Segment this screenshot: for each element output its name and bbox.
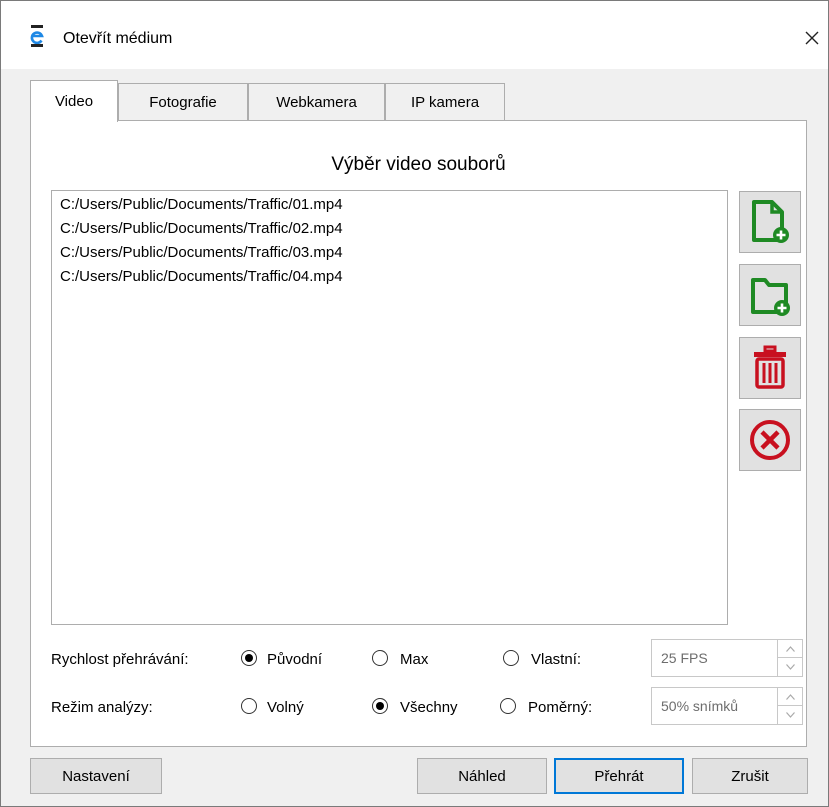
playback-speed-label: Rychlost přehrávání: — [51, 651, 189, 668]
speed-custom-radio[interactable] — [503, 650, 519, 666]
mode-free-radio[interactable] — [241, 698, 257, 714]
fps-spinbox[interactable]: 25 FPS — [651, 639, 803, 677]
clear-all-button[interactable] — [739, 409, 801, 471]
ratio-decrement-button[interactable] — [778, 706, 802, 724]
ratio-increment-button[interactable] — [778, 688, 802, 706]
mode-all-label[interactable]: Všechny — [400, 699, 458, 716]
fps-value: 25 FPS — [661, 650, 708, 666]
add-folder-button[interactable] — [739, 264, 801, 326]
mode-all-radio[interactable] — [372, 698, 388, 714]
mode-ratio-radio[interactable] — [500, 698, 516, 714]
add-folder-icon — [751, 278, 790, 316]
file-list-item[interactable]: C:/Users/Public/Documents/Traffic/04.mp4 — [60, 268, 343, 285]
open-media-dialog: Otevřít médium Video Fotografie Webkamer… — [0, 0, 829, 807]
file-list-item[interactable]: C:/Users/Public/Documents/Traffic/01.mp4 — [60, 196, 343, 213]
clear-icon — [750, 420, 790, 460]
speed-max-radio[interactable] — [372, 650, 388, 666]
tab-webcam-label: Webkamera — [276, 94, 357, 111]
video-file-list[interactable]: C:/Users/Public/Documents/Traffic/01.mp4… — [51, 190, 728, 625]
ratio-value: 50% snímků — [661, 698, 739, 714]
speed-original-radio[interactable] — [241, 650, 257, 666]
fps-stepper — [777, 640, 802, 676]
add-file-button[interactable] — [739, 191, 801, 253]
ratio-stepper — [777, 688, 802, 724]
speed-original-label[interactable]: Původní — [267, 651, 322, 668]
play-button[interactable]: Přehrát — [554, 758, 684, 794]
speed-custom-label[interactable]: Vlastní: — [531, 651, 581, 668]
close-icon[interactable] — [797, 23, 827, 53]
add-file-icon — [752, 200, 789, 243]
delete-button[interactable] — [739, 337, 801, 399]
cancel-button[interactable]: Zrušit — [692, 758, 808, 794]
video-tab-panel: Výběr video souborů C:/Users/Public/Docu… — [30, 120, 807, 747]
tab-video-label: Video — [54, 93, 94, 110]
tab-webcam[interactable]: Webkamera — [248, 83, 385, 121]
speed-max-label[interactable]: Max — [400, 651, 428, 668]
settings-button[interactable]: Nastavení — [30, 758, 162, 794]
tab-ip-camera[interactable]: IP kamera — [385, 83, 505, 121]
mode-ratio-label[interactable]: Poměrný: — [528, 699, 592, 716]
file-list-item[interactable]: C:/Users/Public/Documents/Traffic/03.mp4 — [60, 244, 343, 261]
fps-decrement-button[interactable] — [778, 658, 802, 676]
fps-increment-button[interactable] — [778, 640, 802, 658]
title-bar: Otevřít médium — [1, 1, 828, 69]
chevron-down-icon — [785, 664, 795, 670]
tab-video[interactable]: Video — [30, 80, 118, 122]
chevron-up-icon — [785, 645, 795, 652]
preview-button[interactable]: Náhled — [417, 758, 547, 794]
ratio-spinbox[interactable]: 50% snímků — [651, 687, 803, 725]
file-list-item[interactable]: C:/Users/Public/Documents/Traffic/02.mp4 — [60, 220, 343, 237]
window-title: Otevřít médium — [63, 30, 173, 47]
analysis-mode-label: Režim analýzy: — [51, 699, 153, 716]
trash-icon — [754, 345, 786, 389]
tab-photos-label: Fotografie — [149, 94, 217, 111]
tab-photos[interactable]: Fotografie — [118, 83, 248, 121]
chevron-up-icon — [785, 693, 795, 700]
mode-free-label[interactable]: Volný — [267, 699, 304, 716]
app-logo-icon — [30, 25, 44, 47]
tab-ip-camera-label: IP kamera — [410, 94, 480, 111]
panel-heading: Výběr video souborů — [331, 154, 506, 175]
chevron-down-icon — [785, 712, 795, 718]
